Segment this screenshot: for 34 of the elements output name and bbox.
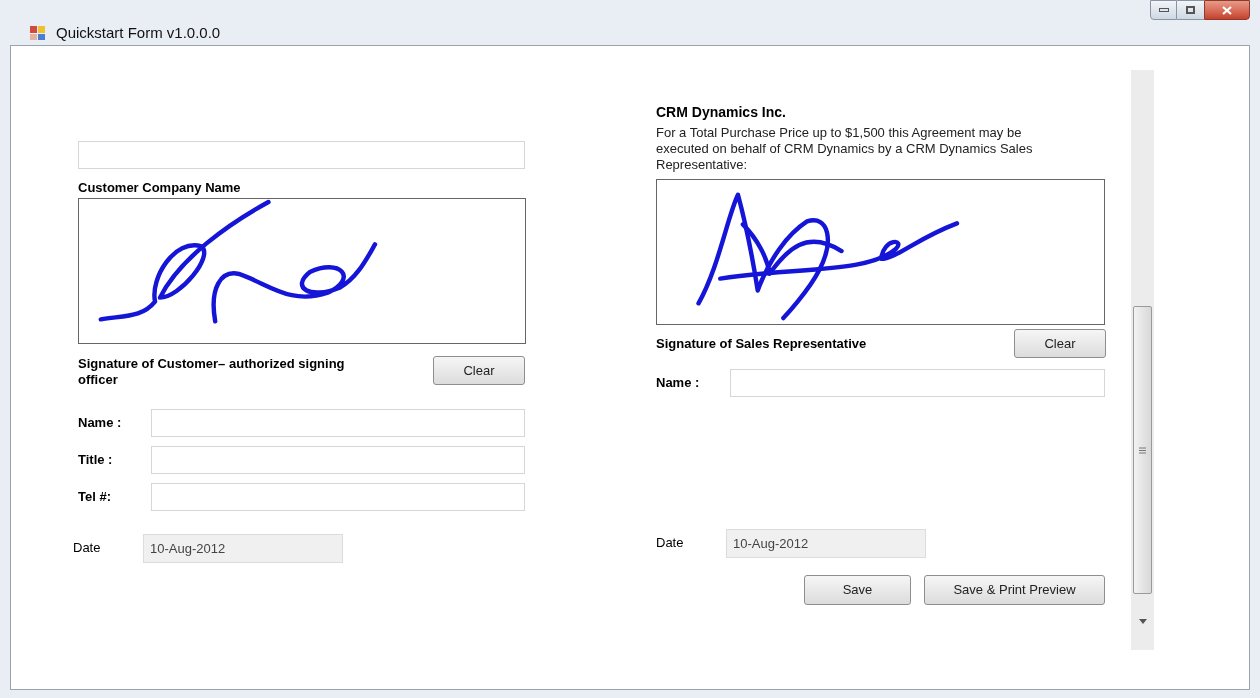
field-label: Customer Company Name: [78, 179, 242, 197]
app-icon: [30, 25, 46, 42]
signature-caption: Signature of Sales Representative: [656, 334, 867, 353]
minimize-button[interactable]: [1150, 0, 1177, 20]
text-field[interactable]: [151, 409, 525, 437]
signature-pad[interactable]: [78, 198, 526, 344]
signature-pad[interactable]: [656, 179, 1105, 325]
text-field[interactable]: [730, 369, 1105, 397]
field-label: Title :: [78, 451, 114, 470]
restore-icon: [1186, 6, 1195, 14]
close-button[interactable]: [1204, 0, 1250, 20]
clear-button[interactable]: Clear: [1014, 329, 1106, 358]
agreement-note: For a Total Purchase Price up to $1,500 this Agreement may be executed on behalf of CRM Dynamics by a CRM Dynamics Sales Representative:: [656, 125, 1034, 173]
field-label: Tel #:: [78, 488, 112, 507]
scroll-down-icon[interactable]: [1138, 619, 1147, 624]
scrollbar-thumb[interactable]: [1133, 306, 1152, 594]
grip-icon: [1139, 446, 1146, 454]
clear-button[interactable]: Clear: [433, 356, 525, 385]
save-print-preview-button[interactable]: Save & Print Preview: [924, 575, 1105, 605]
text-field[interactable]: [151, 483, 525, 511]
date-label: Date: [656, 534, 685, 552]
date-label: Date: [73, 539, 102, 557]
signature-caption: Signature of Customer– authorized signing officer: [78, 356, 346, 388]
text-field[interactable]: [151, 446, 525, 474]
text-field[interactable]: [78, 141, 525, 169]
scrollbar[interactable]: [1131, 70, 1154, 650]
field-label: Name :: [78, 414, 123, 433]
maximize-button[interactable]: [1177, 0, 1204, 20]
window-title: Quickstart Form v1.0.0.0: [56, 23, 221, 43]
close-icon: [1222, 5, 1232, 15]
company-name: CRM Dynamics Inc.: [656, 103, 787, 122]
field-label: Name :: [656, 374, 701, 393]
minimize-icon: [1158, 8, 1169, 12]
save-button[interactable]: Save: [804, 575, 911, 605]
